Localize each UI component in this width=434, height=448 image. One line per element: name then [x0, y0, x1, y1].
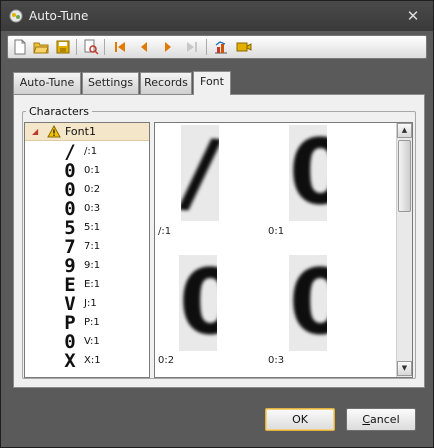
title-bar: Auto-Tune ✕ [1, 1, 433, 31]
character-sample-image[interactable]: 0 [289, 255, 327, 351]
tree-item[interactable]: 0 0:2 [25, 181, 149, 200]
new-document-icon[interactable] [12, 39, 28, 55]
chart-icon[interactable] [213, 39, 229, 55]
tree-item-label: 0:2 [84, 184, 101, 195]
warning-icon [47, 125, 61, 138]
app-icon [9, 9, 23, 23]
window-title: Auto-Tune [29, 9, 89, 23]
tree-item-label: V:1 [84, 336, 100, 347]
print-preview-icon[interactable] [83, 39, 99, 55]
toolbar-separator [76, 39, 77, 55]
tab-auto-tune[interactable]: Auto-Tune [13, 72, 81, 94]
sample-label: /:1 [158, 226, 172, 237]
character-preview-pane[interactable]: / /:1 0 0:1 0 0:2 0 0:3 ▲ ▼ [154, 122, 413, 378]
save-icon[interactable] [55, 39, 71, 55]
character-thumbnail: X [64, 350, 76, 372]
last-icon[interactable] [184, 39, 200, 55]
scroll-up-icon[interactable]: ▲ [397, 123, 412, 138]
tree-item-label: P:1 [84, 317, 100, 328]
tab-font[interactable]: Font [193, 71, 231, 95]
tree-item[interactable]: 5 5:1 [25, 219, 149, 238]
expand-arrow-icon[interactable]: ◢ [32, 127, 38, 136]
tree-item[interactable]: 0 0:1 [25, 162, 149, 181]
tree-item[interactable]: 7 7:1 [25, 238, 149, 257]
auto-tune-window: Auto-Tune ✕ Auto-Tune Settings Records F… [0, 0, 434, 448]
tree-item[interactable]: P P:1 [25, 314, 149, 333]
camera-icon[interactable] [236, 39, 252, 55]
toolbar-separator [104, 39, 105, 55]
tree-item[interactable]: E E:1 [25, 276, 149, 295]
sample-glyph: 0 [289, 255, 327, 351]
character-tree[interactable]: ◢ Font1 / /:1 0 0:1 0 0:2 0 0:3 5 5:1 7 … [24, 122, 150, 378]
tree-item-label: 5:1 [84, 222, 101, 233]
cancel-button[interactable]: Cancel [346, 408, 416, 431]
sample-label: 0:3 [268, 355, 285, 366]
sample-label: 0:1 [268, 226, 285, 237]
tree-item-label: 7:1 [84, 241, 101, 252]
tree-item[interactable]: X X:1 [25, 352, 149, 371]
tree-item-label: /:1 [84, 146, 98, 157]
tree-item-label: 0:1 [84, 165, 101, 176]
close-button[interactable]: ✕ [403, 6, 423, 26]
next-icon[interactable] [160, 39, 176, 55]
character-sample-image[interactable]: 0 [289, 125, 327, 221]
sample-glyph: 0 [289, 125, 327, 221]
tree-root-font1[interactable]: ◢ Font1 [25, 123, 149, 141]
tree-item-label: 9:1 [84, 260, 101, 271]
close-icon: ✕ [406, 7, 420, 25]
tab-settings[interactable]: Settings [82, 72, 139, 94]
scrollbar-thumb[interactable] [398, 140, 411, 212]
previous-icon[interactable] [136, 39, 152, 55]
tree-item[interactable]: 0 V:1 [25, 333, 149, 352]
toolbar [7, 35, 427, 59]
tree-item[interactable]: V J:1 [25, 295, 149, 314]
character-sample-image[interactable]: / [181, 125, 219, 221]
toolbar-separator [206, 39, 207, 55]
scroll-down-icon[interactable]: ▼ [397, 361, 412, 376]
tree-item-label: X:1 [84, 355, 101, 366]
sample-glyph: / [181, 125, 219, 221]
characters-group-title: Characters [26, 105, 93, 118]
tree-item[interactable]: 9 9:1 [25, 257, 149, 276]
character-sample-image[interactable]: 0 [179, 255, 217, 351]
tree-item-label: J:1 [84, 298, 97, 309]
tree-item-label: E:1 [84, 279, 101, 290]
tree-item[interactable]: 0 0:3 [25, 200, 149, 219]
tab-records[interactable]: Records [140, 72, 192, 94]
sample-label: 0:2 [158, 355, 175, 366]
open-folder-icon[interactable] [33, 39, 49, 55]
preview-scrollbar[interactable]: ▲ ▼ [396, 123, 412, 377]
tree-item[interactable]: / /:1 [25, 143, 149, 162]
first-icon[interactable] [112, 39, 128, 55]
tree-item-label: 0:3 [84, 203, 101, 214]
tree-root-label: Font1 [65, 125, 96, 138]
ok-button[interactable]: OK [265, 408, 335, 431]
sample-glyph: 0 [179, 255, 217, 351]
